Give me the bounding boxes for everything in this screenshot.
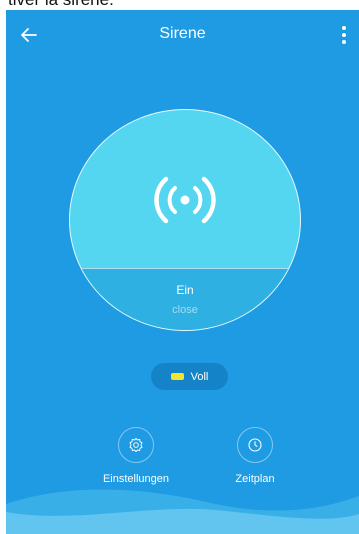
wave-decoration xyxy=(6,489,359,534)
page-title: Sirene xyxy=(159,25,206,42)
app-screen: Sirene Ein close Voll Einstellungen Zeit… xyxy=(6,10,359,534)
more-vertical-icon xyxy=(342,26,346,30)
state-sublabel: close xyxy=(172,304,198,316)
siren-icon xyxy=(154,176,216,224)
more-menu-button[interactable] xyxy=(333,20,355,50)
top-caption: tiver la sirène. xyxy=(0,0,359,9)
clock-icon xyxy=(248,438,262,452)
status-panel xyxy=(70,268,300,330)
battery-icon xyxy=(170,373,184,380)
header: Sirene xyxy=(6,10,359,60)
battery-label: Voll xyxy=(190,370,209,383)
siren-toggle[interactable]: Ein close xyxy=(69,109,301,331)
state-label: Ein xyxy=(176,283,194,297)
battery-status: Voll xyxy=(151,363,228,390)
gear-icon xyxy=(129,437,143,453)
